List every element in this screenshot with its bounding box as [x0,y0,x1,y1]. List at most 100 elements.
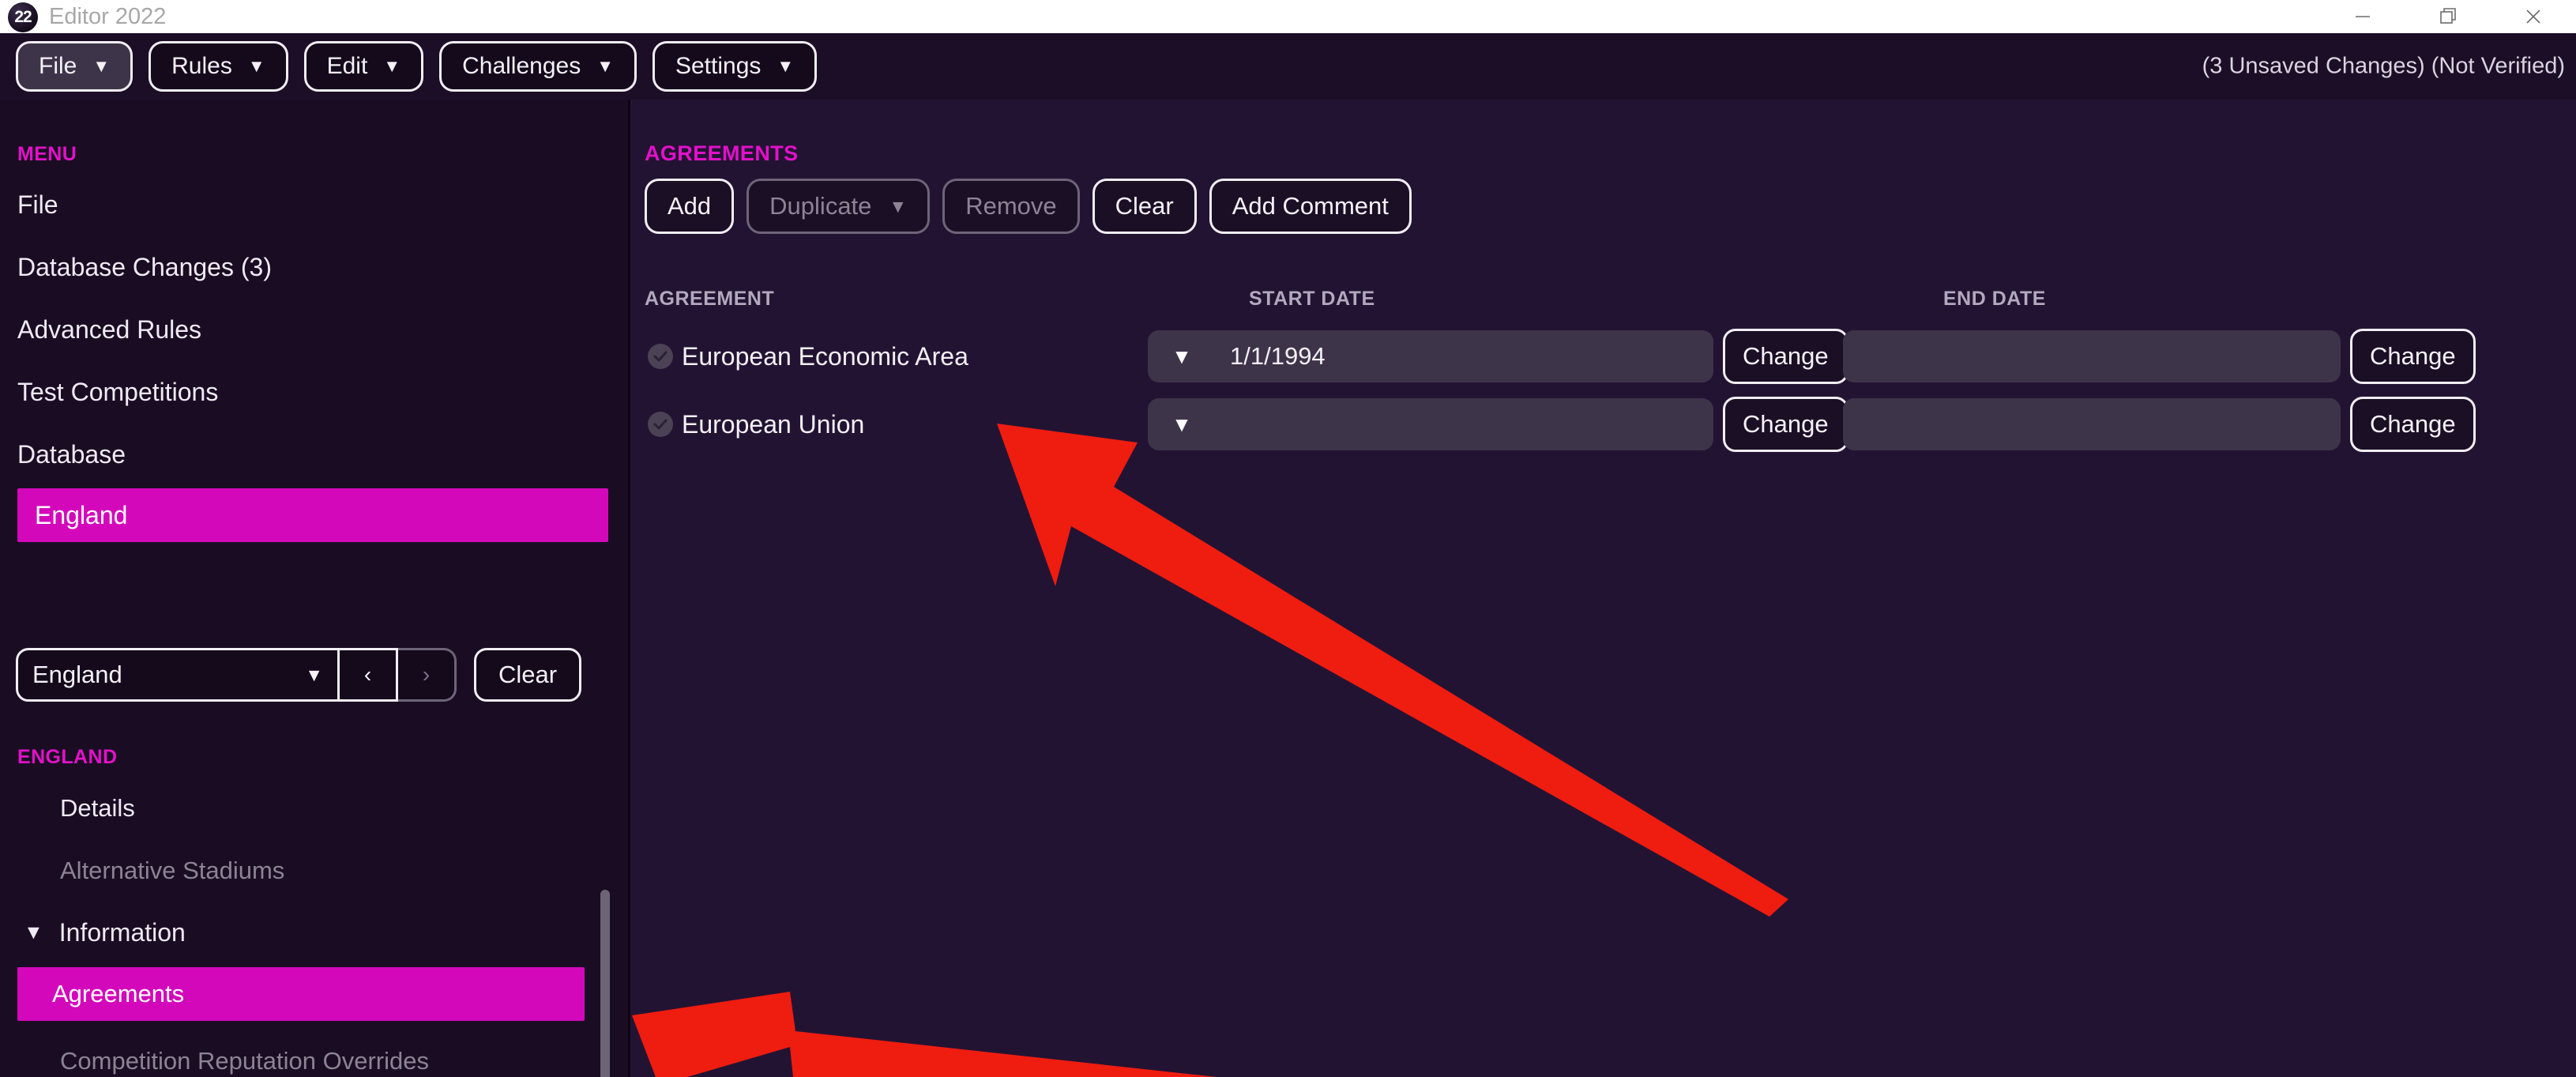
menu-button-settings[interactable]: Settings ▼ [652,41,818,92]
column-header-agreement: AGREEMENT [645,288,775,310]
country-select[interactable]: England ▼ [16,648,340,702]
end-date-input[interactable] [1843,330,2341,382]
add-button[interactable]: Add [645,179,735,234]
change-label: Change [1743,342,1829,370]
sidebar-group-information[interactable]: ▼ Information [0,902,628,964]
sidebar-item-competition-reputation-overrides[interactable]: Competition Reputation Overrides [0,1030,628,1077]
change-end-date-button[interactable]: Change [2350,329,2476,384]
chevron-down-icon: ▼ [1171,412,1192,436]
end-date-cell: Change [1843,329,2476,384]
start-date-value: 1/1/1994 [1230,342,1326,370]
agreements-toolbar: Add Duplicate ▼ Remove Clear Add Comment [645,179,1412,234]
sidebar-item-label: Test Competitions [17,378,219,406]
menu-button-edit[interactable]: Edit ▼ [303,41,424,92]
change-label: Change [1743,410,1829,438]
change-label: Change [2370,410,2456,438]
column-header-start-date: START DATE [1249,288,1375,310]
agreement-name: European Economic Area [682,341,968,371]
checkbox-checked-icon[interactable] [648,412,673,437]
sidebar-item-label: File [17,190,58,219]
sidebar-item-label: Alternative Stadiums [60,856,285,884]
sidebar-item-label: England [35,500,128,529]
start-date-cell: ▼ 1/1/1994 Change [1148,329,1848,384]
clear-country-label: Clear [498,661,558,688]
menu-button-edit-label: Edit [326,53,368,79]
column-header-end-date: END DATE [1943,288,2046,310]
sidebar-item-label: Database [17,440,126,469]
duplicate-button[interactable]: Duplicate ▼ [746,179,931,234]
chevron-down-icon: ▼ [247,56,265,76]
chevron-down-icon: ▼ [596,56,614,76]
sidebar-menu-heading: MENU [17,143,77,165]
restore-button[interactable] [2405,0,2491,33]
chevron-right-icon: › [422,662,431,687]
start-date-input[interactable] [1216,398,1713,450]
chevron-down-icon: ▼ [92,56,111,76]
sidebar-item-alternative-stadiums[interactable]: Alternative Stadiums [0,839,628,902]
chevron-down-icon: ▼ [383,56,401,76]
page-title: AGREEMENTS [645,141,799,165]
chevron-down-icon: ▼ [1171,344,1192,368]
next-country-button[interactable]: › [398,648,457,702]
menu-button-file-label: File [39,53,77,79]
sidebar-item-test-competitions[interactable]: Test Competitions [0,361,628,424]
sidebar-item-agreements[interactable]: Agreements [17,967,585,1021]
content-panel: AGREEMENTS Add Duplicate ▼ Remove Clear … [630,100,2576,1077]
checkbox-checked-icon[interactable] [648,344,673,369]
add-button-label: Add [668,192,712,220]
duplicate-button-label: Duplicate [769,192,872,220]
previous-country-button[interactable]: ‹ [340,648,398,702]
clear-button[interactable]: Clear [1092,179,1197,234]
menu-button-rules-label: Rules [171,53,232,79]
sidebar-item-label: Competition Reputation Overrides [60,1046,429,1075]
change-label: Change [2370,342,2456,370]
table-row[interactable]: European Union ▼ Change Change [630,390,2576,458]
add-comment-button-label: Add Comment [1232,192,1389,220]
change-end-date-button[interactable]: Change [2350,397,2476,452]
end-date-input[interactable] [1843,398,2341,450]
chevron-down-icon: ▼ [305,664,323,685]
start-date-dropdown-button[interactable]: ▼ [1148,398,1216,450]
chevron-down-icon: ▼ [889,195,908,217]
sidebar-item-database[interactable]: Database [0,424,628,486]
minimize-button[interactable] [2320,0,2405,33]
change-start-date-button[interactable]: Change [1723,329,1848,384]
menu-bar: File ▼ Rules ▼ Edit ▼ Challenges ▼ Setti… [0,33,2576,100]
sidebar-item-label: Details [60,793,135,822]
agreement-name: European Union [682,409,865,439]
sidebar-item-details[interactable]: Details [0,777,628,839]
remove-button-label: Remove [965,192,1057,220]
sidebar-item-england[interactable]: England [17,488,608,542]
sidebar-country-heading: ENGLAND [17,746,118,768]
table-row[interactable]: European Economic Area ▼ 1/1/1994 Change… [630,322,2576,390]
unsaved-changes-status: (3 Unsaved Changes) (Not Verified) [2202,53,2565,79]
menu-button-rules[interactable]: Rules ▼ [149,41,288,92]
sidebar-scrollbar-thumb[interactable] [600,890,610,1077]
close-button[interactable] [2491,0,2576,33]
application-window: 22 Editor 2022 File ▼ Rules ▼ Edit ▼ Cha… [0,0,2576,1077]
window-title: Editor 2022 [49,3,167,29]
end-date-cell: Change [1843,397,2476,452]
sidebar-item-advanced-rules[interactable]: Advanced Rules [0,299,628,361]
country-select-value: England [32,661,122,688]
clear-button-label: Clear [1115,192,1174,220]
menu-button-challenges[interactable]: Challenges ▼ [439,41,637,92]
window-controls [2320,0,2576,33]
remove-button[interactable]: Remove [942,179,1080,234]
sidebar-item-label: Advanced Rules [17,315,202,344]
menu-button-file[interactable]: File ▼ [16,41,134,92]
add-comment-button[interactable]: Add Comment [1209,179,1412,234]
sidebar-item-database-changes[interactable]: Database Changes (3) [0,236,628,299]
chevron-left-icon: ‹ [363,662,372,687]
chevron-down-icon: ▼ [777,56,795,76]
sidebar-item-file[interactable]: File [0,174,628,236]
sidebar-item-label: Information [58,918,186,947]
app-logo-22-icon: 22 [8,2,38,32]
start-date-input[interactable]: 1/1/1994 [1216,330,1713,382]
clear-country-button[interactable]: Clear [474,648,582,702]
menu-button-settings-label: Settings [675,53,762,79]
sidebar-item-label: Agreements [52,980,185,1007]
change-start-date-button[interactable]: Change [1723,397,1848,452]
country-selector-row: England ▼ ‹ › Clear [0,648,582,702]
start-date-dropdown-button[interactable]: ▼ [1148,330,1216,382]
